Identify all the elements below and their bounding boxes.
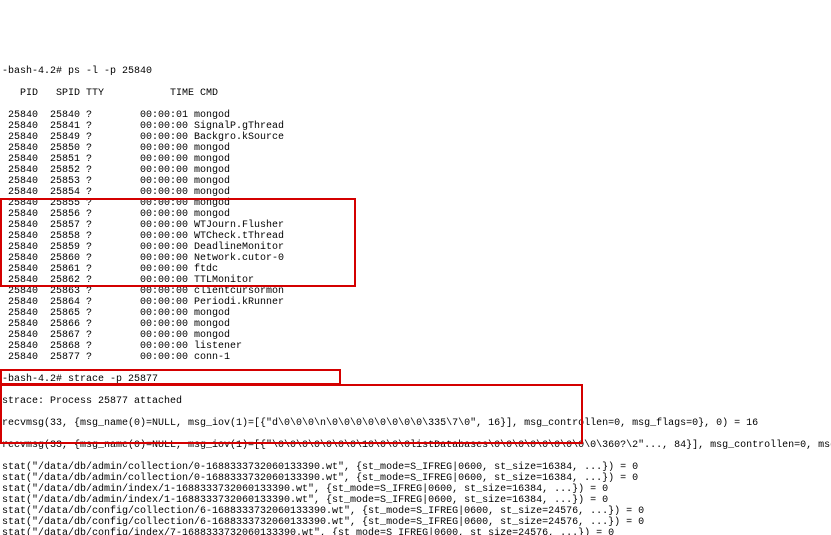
ps-row: 25840 25860 ? 00:00:00 Network.cutor-0 <box>2 253 829 264</box>
strace-output-line: stat("/data/db/config/collection/6-16883… <box>2 506 829 517</box>
ps-row: 25840 25864 ? 00:00:00 Periodi.kRunner <box>2 297 829 308</box>
ps-row: 25840 25855 ? 00:00:00 mongod <box>2 198 829 209</box>
ps-row: 25840 25857 ? 00:00:00 WTJourn.Flusher <box>2 220 829 231</box>
ps-row: 25840 25841 ? 00:00:00 SignalP.gThread <box>2 121 829 132</box>
strace-output-line: stat("/data/db/config/index/7-1688333732… <box>2 528 829 535</box>
ps-row: 25840 25854 ? 00:00:00 mongod <box>2 187 829 198</box>
ps-row: 25840 25862 ? 00:00:00 TTLMonitor <box>2 275 829 286</box>
ps-header-row: PID SPID TTY TIME CMD <box>2 88 829 99</box>
strace-output-line: stat("/data/db/admin/index/1-16883337320… <box>2 495 829 506</box>
ps-row: 25840 25867 ? 00:00:00 mongod <box>2 330 829 341</box>
terminal-output: -bash-4.2# ps -l -p 25840 PID SPID TTY T… <box>0 55 831 535</box>
shell-prompt-strace: -bash-4.2# strace -p 25877 <box>2 374 829 385</box>
strace-output-line: stat("/data/db/admin/index/1-16883337320… <box>2 484 829 495</box>
shell-prompt-ps: -bash-4.2# ps -l -p 25840 <box>2 66 829 77</box>
ps-row: 25840 25866 ? 00:00:00 mongod <box>2 319 829 330</box>
strace-output-line: stat("/data/db/config/collection/6-16883… <box>2 517 829 528</box>
strace-attach-line: strace: Process 25877 attached <box>2 396 829 407</box>
ps-row: 25840 25858 ? 00:00:00 WTCheck.tThread <box>2 231 829 242</box>
ps-row: 25840 25851 ? 00:00:00 mongod <box>2 154 829 165</box>
strace-output-line: stat("/data/db/admin/collection/0-168833… <box>2 462 829 473</box>
ps-row: 25840 25859 ? 00:00:00 DeadlineMonitor <box>2 242 829 253</box>
ps-row: 25840 25852 ? 00:00:00 mongod <box>2 165 829 176</box>
ps-row: 25840 25868 ? 00:00:00 listener <box>2 341 829 352</box>
ps-row: 25840 25865 ? 00:00:00 mongod <box>2 308 829 319</box>
ps-row: 25840 25853 ? 00:00:00 mongod <box>2 176 829 187</box>
ps-row: 25840 25849 ? 00:00:00 Backgro.kSource <box>2 132 829 143</box>
ps-row: 25840 25861 ? 00:00:00 ftdc <box>2 264 829 275</box>
ps-row: 25840 25863 ? 00:00:00 clientcursormon <box>2 286 829 297</box>
ps-row: 25840 25840 ? 00:00:01 mongod <box>2 110 829 121</box>
strace-output-line: stat("/data/db/admin/collection/0-168833… <box>2 473 829 484</box>
ps-row: 25840 25856 ? 00:00:00 mongod <box>2 209 829 220</box>
ps-row: 25840 25850 ? 00:00:00 mongod <box>2 143 829 154</box>
strace-output-line: recvmsg(33, {msg_name(0)=NULL, msg_iov(1… <box>2 418 829 429</box>
strace-output-line: recvmsg(33, {msg_name(0)=NULL, msg_iov(1… <box>2 440 829 451</box>
ps-row: 25840 25877 ? 00:00:00 conn-1 <box>2 352 829 363</box>
